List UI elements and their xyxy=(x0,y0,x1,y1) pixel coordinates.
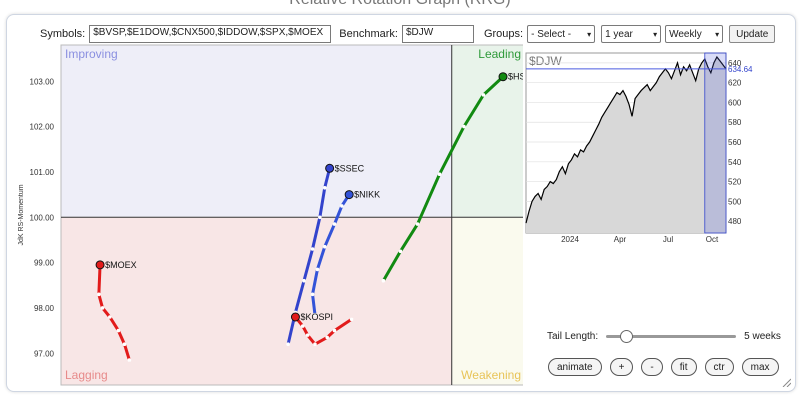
quadrant-improving xyxy=(61,45,452,218)
update-button[interactable]: Update xyxy=(729,25,776,43)
mini-x-tick-label: Jul xyxy=(663,235,673,244)
tail-length-value: 5 weeks xyxy=(744,331,781,342)
mini-chart-title: $DJW xyxy=(529,54,562,68)
mini-y-tick-label: 560 xyxy=(728,138,742,147)
mini-highlight-window xyxy=(704,52,727,234)
series-point xyxy=(305,333,310,337)
y-tick-label: 99.00 xyxy=(34,259,55,268)
mini-y-tick-label: 500 xyxy=(728,197,742,206)
page-title: Relative Rotation Graph (RRG) xyxy=(0,0,800,9)
series-point xyxy=(340,204,344,208)
y-tick-label: 101.00 xyxy=(30,168,55,177)
series-head-marker xyxy=(325,163,335,173)
chevron-down-icon: ▾ xyxy=(653,29,658,39)
series-head-marker xyxy=(290,312,300,322)
series-point xyxy=(100,306,105,310)
mini-y-tick-label: 540 xyxy=(728,158,742,167)
chevron-down-icon: ▾ xyxy=(715,29,720,39)
mini-y-tick-label: 600 xyxy=(728,98,742,107)
mini-y-tick-label: 520 xyxy=(728,178,742,187)
series-point xyxy=(332,328,337,333)
tail-length-slider-thumb[interactable] xyxy=(619,330,633,343)
mini-y-tick-label: 480 xyxy=(728,217,742,226)
y-tick-label: 102.00 xyxy=(30,123,55,132)
series-point xyxy=(127,358,132,362)
series-point xyxy=(302,278,306,283)
tail-length-label: Tail Length: xyxy=(547,331,599,342)
y-tick-label: 103.00 xyxy=(30,77,55,86)
series-point xyxy=(398,249,403,254)
series-label: $NIKK xyxy=(354,190,380,200)
y-tick-label: 97.00 xyxy=(34,349,55,358)
quadrant-weakening xyxy=(451,217,523,385)
groups-select-value: - Select - xyxy=(531,28,572,40)
mini-current-value: 634.64 xyxy=(728,65,753,74)
series-head-marker xyxy=(344,190,354,200)
frequency-select[interactable]: Weekly ▾ xyxy=(665,25,724,43)
series-label: $KOSPI xyxy=(300,312,333,322)
series-point xyxy=(325,335,329,340)
period-select-value: 1 year xyxy=(605,28,633,40)
series-point xyxy=(349,317,354,322)
mini-x-tick-label: Apr xyxy=(614,235,627,244)
series-label: $HSI xyxy=(508,72,523,82)
series-point xyxy=(97,292,101,297)
zoom-out-button[interactable]: - xyxy=(641,358,663,376)
series-head-marker xyxy=(95,260,105,270)
tail-length-slider[interactable] xyxy=(606,330,737,343)
series-point xyxy=(332,222,337,226)
zoom-in-button[interactable]: + xyxy=(609,358,634,376)
series-point xyxy=(122,342,127,347)
series-point xyxy=(381,278,386,283)
series-point xyxy=(310,247,315,251)
series-head-marker xyxy=(498,72,508,82)
series-point xyxy=(437,172,442,176)
quadrant-label-leading: Leading xyxy=(478,47,521,61)
tail-length-control: Tail Length: 5 weeks xyxy=(547,330,781,343)
mini-x-tick-label: Oct xyxy=(706,235,719,244)
groups-select[interactable]: - Select - ▾ xyxy=(527,25,596,43)
series-point xyxy=(481,93,486,97)
series-point xyxy=(315,267,320,272)
quadrant-label-improving: Improving xyxy=(65,47,118,61)
animate-button[interactable]: animate xyxy=(548,358,602,376)
quadrant-label-weakening: Weakening xyxy=(461,368,521,382)
series-point xyxy=(322,244,327,249)
center-button[interactable]: ctr xyxy=(704,358,734,376)
period-select[interactable]: 1 year ▾ xyxy=(601,25,662,43)
mini-y-tick-label: 580 xyxy=(728,118,742,127)
series-point xyxy=(108,315,112,319)
quadrant-label-lagging: Lagging xyxy=(65,368,108,382)
series-point xyxy=(286,342,290,347)
rrg-chart: Improving Leading Lagging Weakening 103.00 10… xyxy=(18,44,523,386)
max-button[interactable]: max xyxy=(741,358,779,376)
chevron-down-icon: ▾ xyxy=(587,29,592,39)
y-axis-label: JdK RS-Momentum xyxy=(18,184,25,245)
y-tick-label: 98.00 xyxy=(34,304,55,313)
series-point xyxy=(415,222,420,226)
rrg-panel: Symbols: $BVSP,$E1DOW,$CNX500,$IDDOW,$SP… xyxy=(6,14,796,392)
frequency-select-value: Weekly xyxy=(669,28,702,40)
benchmark-mini-chart: $DJW480500520540560580600620640634.64202… xyxy=(525,52,753,244)
series-label: $SSEC xyxy=(335,163,365,173)
series-point xyxy=(300,324,305,328)
mini-y-tick-label: 620 xyxy=(728,79,742,88)
series-point xyxy=(116,328,121,333)
resize-handle-icon[interactable] xyxy=(781,377,791,387)
chart-control-buttons: animate + - fit ctr max xyxy=(548,358,779,376)
y-tick-label: 100.00 xyxy=(30,213,55,222)
series-point xyxy=(322,186,327,190)
series-point xyxy=(318,215,322,220)
series-point xyxy=(313,342,317,347)
series-point xyxy=(310,292,315,297)
quadrant-lagging xyxy=(61,217,452,385)
fit-button[interactable]: fit xyxy=(670,358,697,376)
mini-x-tick-label: 2024 xyxy=(561,235,579,244)
series-point xyxy=(462,124,466,129)
series-label: $MOEX xyxy=(105,260,137,270)
